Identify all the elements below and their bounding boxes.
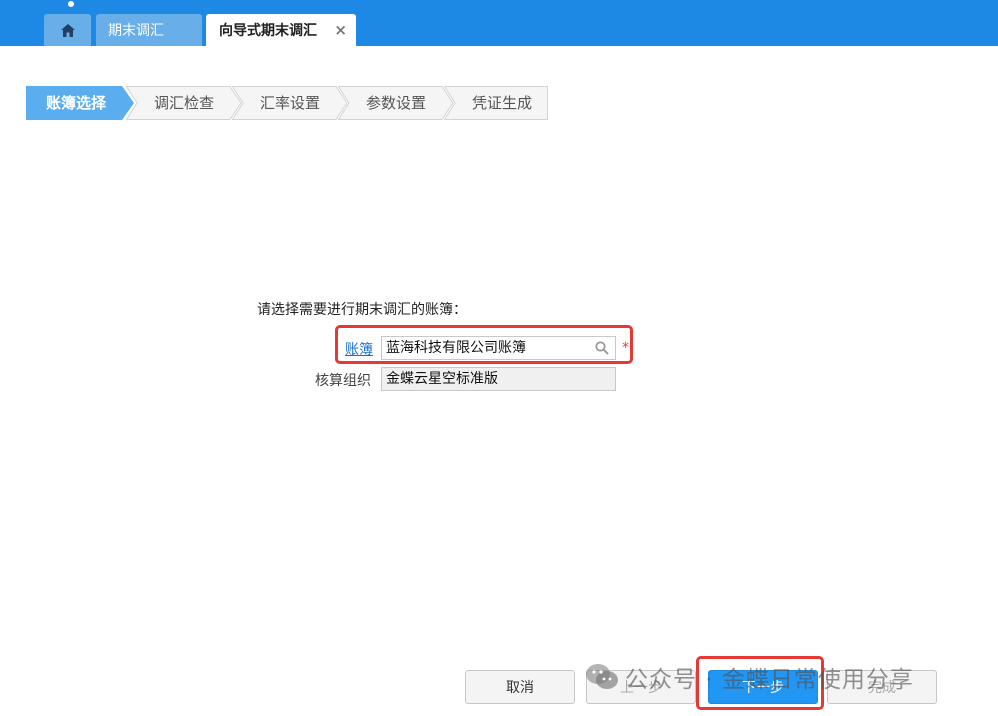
tab-period-end-exchange[interactable]: 期末调汇 [96, 14, 202, 46]
home-icon [60, 23, 75, 37]
step-label: 汇率设置 [260, 94, 321, 112]
org-field: 金蝶云星空标准版 [381, 367, 616, 391]
watermark: 公众号 · 金蝶日常使用分享 [585, 661, 914, 693]
org-label: 核算组织 [315, 373, 371, 389]
wechat-icon [586, 664, 618, 689]
step-label: 账簿选择 [46, 94, 107, 112]
highlight-box-book [335, 325, 633, 364]
step-exchange-check: 调汇检查 [126, 86, 242, 120]
org-value: 金蝶云星空标准版 [386, 371, 498, 387]
tab-label: 期末调汇 [108, 23, 164, 39]
indicator-dot [68, 1, 74, 7]
form-prompt: 请选择需要进行期末调汇的账簿： [257, 302, 467, 318]
cancel-button[interactable]: 取消 [465, 670, 575, 704]
watermark-text: 公众号 · 金蝶日常使用分享 [625, 667, 914, 693]
close-icon[interactable]: × [334, 21, 347, 39]
step-book-selection: 账簿选择 [26, 86, 134, 120]
tab-label: 向导式期末调汇 [219, 23, 317, 39]
step-voucher-generation: 凭证生成 [444, 86, 548, 120]
top-tab-bar: 期末调汇 向导式期末调汇 × [0, 0, 998, 46]
step-label: 凭证生成 [472, 94, 533, 112]
tab-home[interactable] [44, 14, 91, 46]
step-label: 参数设置 [366, 94, 427, 112]
step-rate-settings: 汇率设置 [232, 86, 348, 120]
step-label: 调汇检查 [154, 94, 215, 112]
tab-guided-period-end-exchange[interactable]: 向导式期末调汇 × [206, 14, 356, 46]
step-parameter-settings: 参数设置 [338, 86, 454, 120]
